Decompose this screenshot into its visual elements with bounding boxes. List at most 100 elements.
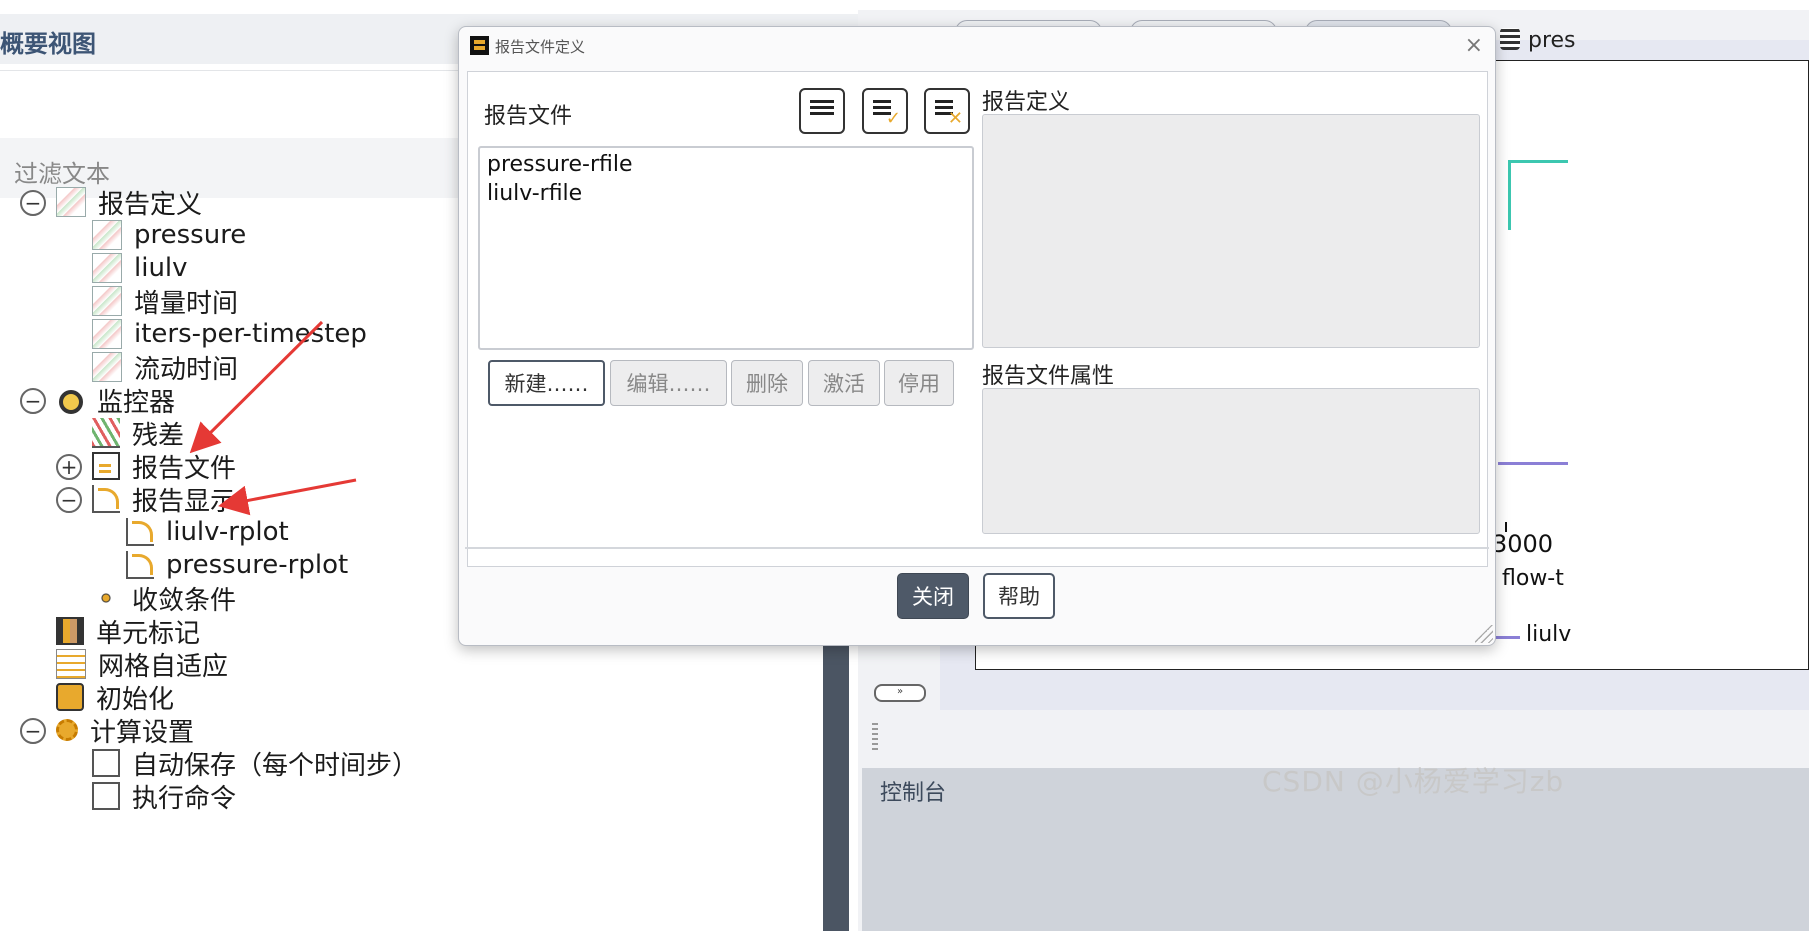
tree-label: pressure — [134, 220, 247, 250]
dialog-title: 报告文件定义 — [495, 38, 586, 56]
tree-label: 报告定义 — [98, 189, 203, 220]
report-definition-icon — [92, 220, 122, 250]
series-line-teal — [1508, 160, 1568, 163]
report-file-definitions-dialog: 报告文件定义 × 报告文件 ✓ ✕ pressure-rfile liulv-r… — [458, 26, 1496, 646]
tree-item-rd-liulv[interactable]: liulv — [92, 250, 188, 286]
report-definition-icon — [92, 319, 122, 349]
collapse-monitors-toggle[interactable]: − — [20, 388, 46, 414]
tree-item-rd-delta-time[interactable]: 增量时间 — [92, 283, 238, 319]
report-definition-icon — [92, 352, 122, 382]
tree-label: 初始化 — [96, 684, 175, 715]
tree-label: 收敛条件 — [132, 585, 237, 616]
report-definition-icon — [56, 187, 86, 217]
tree-label: 自动保存（每个时间步） — [132, 750, 419, 781]
tree-label: liulv — [134, 253, 188, 283]
tree-item-calc-activities[interactable]: 计算设置 — [56, 712, 194, 748]
series-line-teal — [1508, 160, 1511, 230]
tree-item-residuals[interactable]: 残差 — [92, 415, 184, 451]
close-button[interactable]: 关闭 — [897, 573, 969, 619]
report-files-list[interactable]: pressure-rfile liulv-rfile — [478, 146, 974, 350]
tree-item-report-plots[interactable]: 报告显示 — [92, 481, 236, 517]
outline-scrollbar[interactable] — [823, 620, 849, 931]
check-icon: ✓ — [885, 108, 901, 129]
report-definitions-list[interactable] — [982, 114, 1480, 348]
help-button[interactable]: 帮助 — [983, 573, 1055, 619]
collapse-report-definitions-toggle[interactable]: − — [20, 190, 46, 216]
magnifier-icon — [59, 389, 83, 414]
list-item[interactable]: pressure-rfile — [487, 152, 633, 177]
new-button[interactable]: 新建…… — [488, 360, 605, 406]
tree-item-autosave[interactable]: 自动保存（每个时间步） — [92, 745, 418, 781]
gear-icon — [56, 719, 78, 741]
tree-label: iters-per-timestep — [134, 319, 367, 349]
list-item[interactable]: liulv-rfile — [487, 181, 582, 206]
tree-item-report-files[interactable]: 报告文件 — [92, 448, 236, 484]
annotation-arrow — [218, 478, 357, 516]
delete-button[interactable]: 删除 — [731, 360, 803, 406]
tree-label: 报告显示 — [132, 486, 237, 517]
report-plot-icon — [126, 518, 154, 546]
x-icon: ✕ — [947, 108, 963, 129]
tree-item-plot-liulv[interactable]: liulv-rplot — [126, 514, 289, 550]
report-definitions-label: 报告定义 — [982, 90, 1071, 115]
tree-item-rd-pressure[interactable]: pressure — [92, 217, 246, 253]
tree-item-cell-registers[interactable]: 单元标记 — [56, 613, 200, 649]
cell-register-icon — [56, 617, 84, 645]
select-all-button[interactable] — [799, 88, 845, 134]
tree-item-monitors[interactable]: 监控器 — [56, 382, 175, 418]
tree-item-rd-flow-time[interactable]: 流动时间 — [92, 349, 238, 385]
report-file-icon — [92, 452, 120, 480]
tree-label: pressure-rplot — [166, 550, 349, 580]
report-plot-icon — [92, 485, 120, 513]
plot-tab-icon — [1500, 28, 1520, 50]
resize-grip[interactable] — [1475, 625, 1493, 643]
tree-label: 监控器 — [97, 387, 176, 418]
collapse-calc-activities-toggle[interactable]: − — [20, 718, 46, 744]
tree-label: 单元标记 — [96, 618, 201, 649]
report-definition-icon — [92, 253, 122, 283]
initialization-icon — [56, 683, 84, 711]
expand-toggle[interactable]: » — [874, 684, 926, 702]
expand-report-files-toggle[interactable]: + — [56, 454, 82, 480]
watermark: CSDN @小杨爱学习zb — [1262, 765, 1565, 798]
tree-label: 流动时间 — [134, 354, 239, 385]
close-icon[interactable]: × — [1465, 33, 1483, 58]
tree-item-initialization[interactable]: 初始化 — [56, 679, 174, 715]
report-files-label: 报告文件 — [484, 104, 573, 129]
report-definition-icon — [92, 286, 122, 316]
tree-label: liulv-rplot — [166, 517, 289, 547]
activate-button[interactable]: 激活 — [808, 360, 880, 406]
drag-handle[interactable] — [872, 720, 878, 750]
dialog-divider — [465, 547, 1489, 549]
tree-item-execute-commands[interactable]: 执行命令 — [92, 778, 236, 814]
series-line-purple — [1498, 462, 1568, 465]
report-file-properties-label: 报告文件属性 — [982, 364, 1115, 389]
legend-entry: liulv — [1526, 622, 1572, 647]
axis-tick-label: 3000 — [1492, 530, 1554, 558]
tree-label: 残差 — [132, 420, 185, 451]
mesh-adaption-icon — [56, 649, 86, 679]
list-icon — [810, 100, 834, 103]
report-file-properties-panel — [982, 388, 1480, 534]
tree-item-convergence[interactable]: 收敛条件 — [92, 580, 236, 616]
plot-tab-label[interactable]: pres — [1528, 28, 1576, 53]
tree-item-report-definitions[interactable]: 报告定义 — [56, 184, 202, 220]
deactivate-button[interactable]: 停用 — [884, 360, 954, 406]
outline-title: 概要视图 — [0, 30, 96, 58]
residuals-icon — [92, 418, 120, 448]
collapse-report-plots-toggle[interactable]: − — [56, 487, 82, 513]
deselect-all-button[interactable]: ✕ — [924, 88, 970, 134]
edit-button[interactable]: 编辑…… — [610, 360, 727, 406]
console-label: 控制台 — [880, 781, 947, 806]
tree-item-rd-iters-per-timestep[interactable]: iters-per-timestep — [92, 316, 367, 352]
select-checked-button[interactable]: ✓ — [862, 88, 908, 134]
list-check-icon — [873, 100, 891, 103]
convergence-icon — [92, 584, 120, 612]
x-axis-label: flow-t — [1502, 566, 1564, 591]
tree-label: 增量时间 — [134, 288, 239, 319]
tree-item-mesh-adaption[interactable]: 网格自适应 — [56, 646, 228, 682]
tree-label: 执行命令 — [132, 783, 237, 814]
tree-item-plot-pressure[interactable]: pressure-rplot — [126, 547, 348, 583]
tree-label: 网格自适应 — [98, 651, 229, 682]
app-icon — [470, 36, 489, 55]
